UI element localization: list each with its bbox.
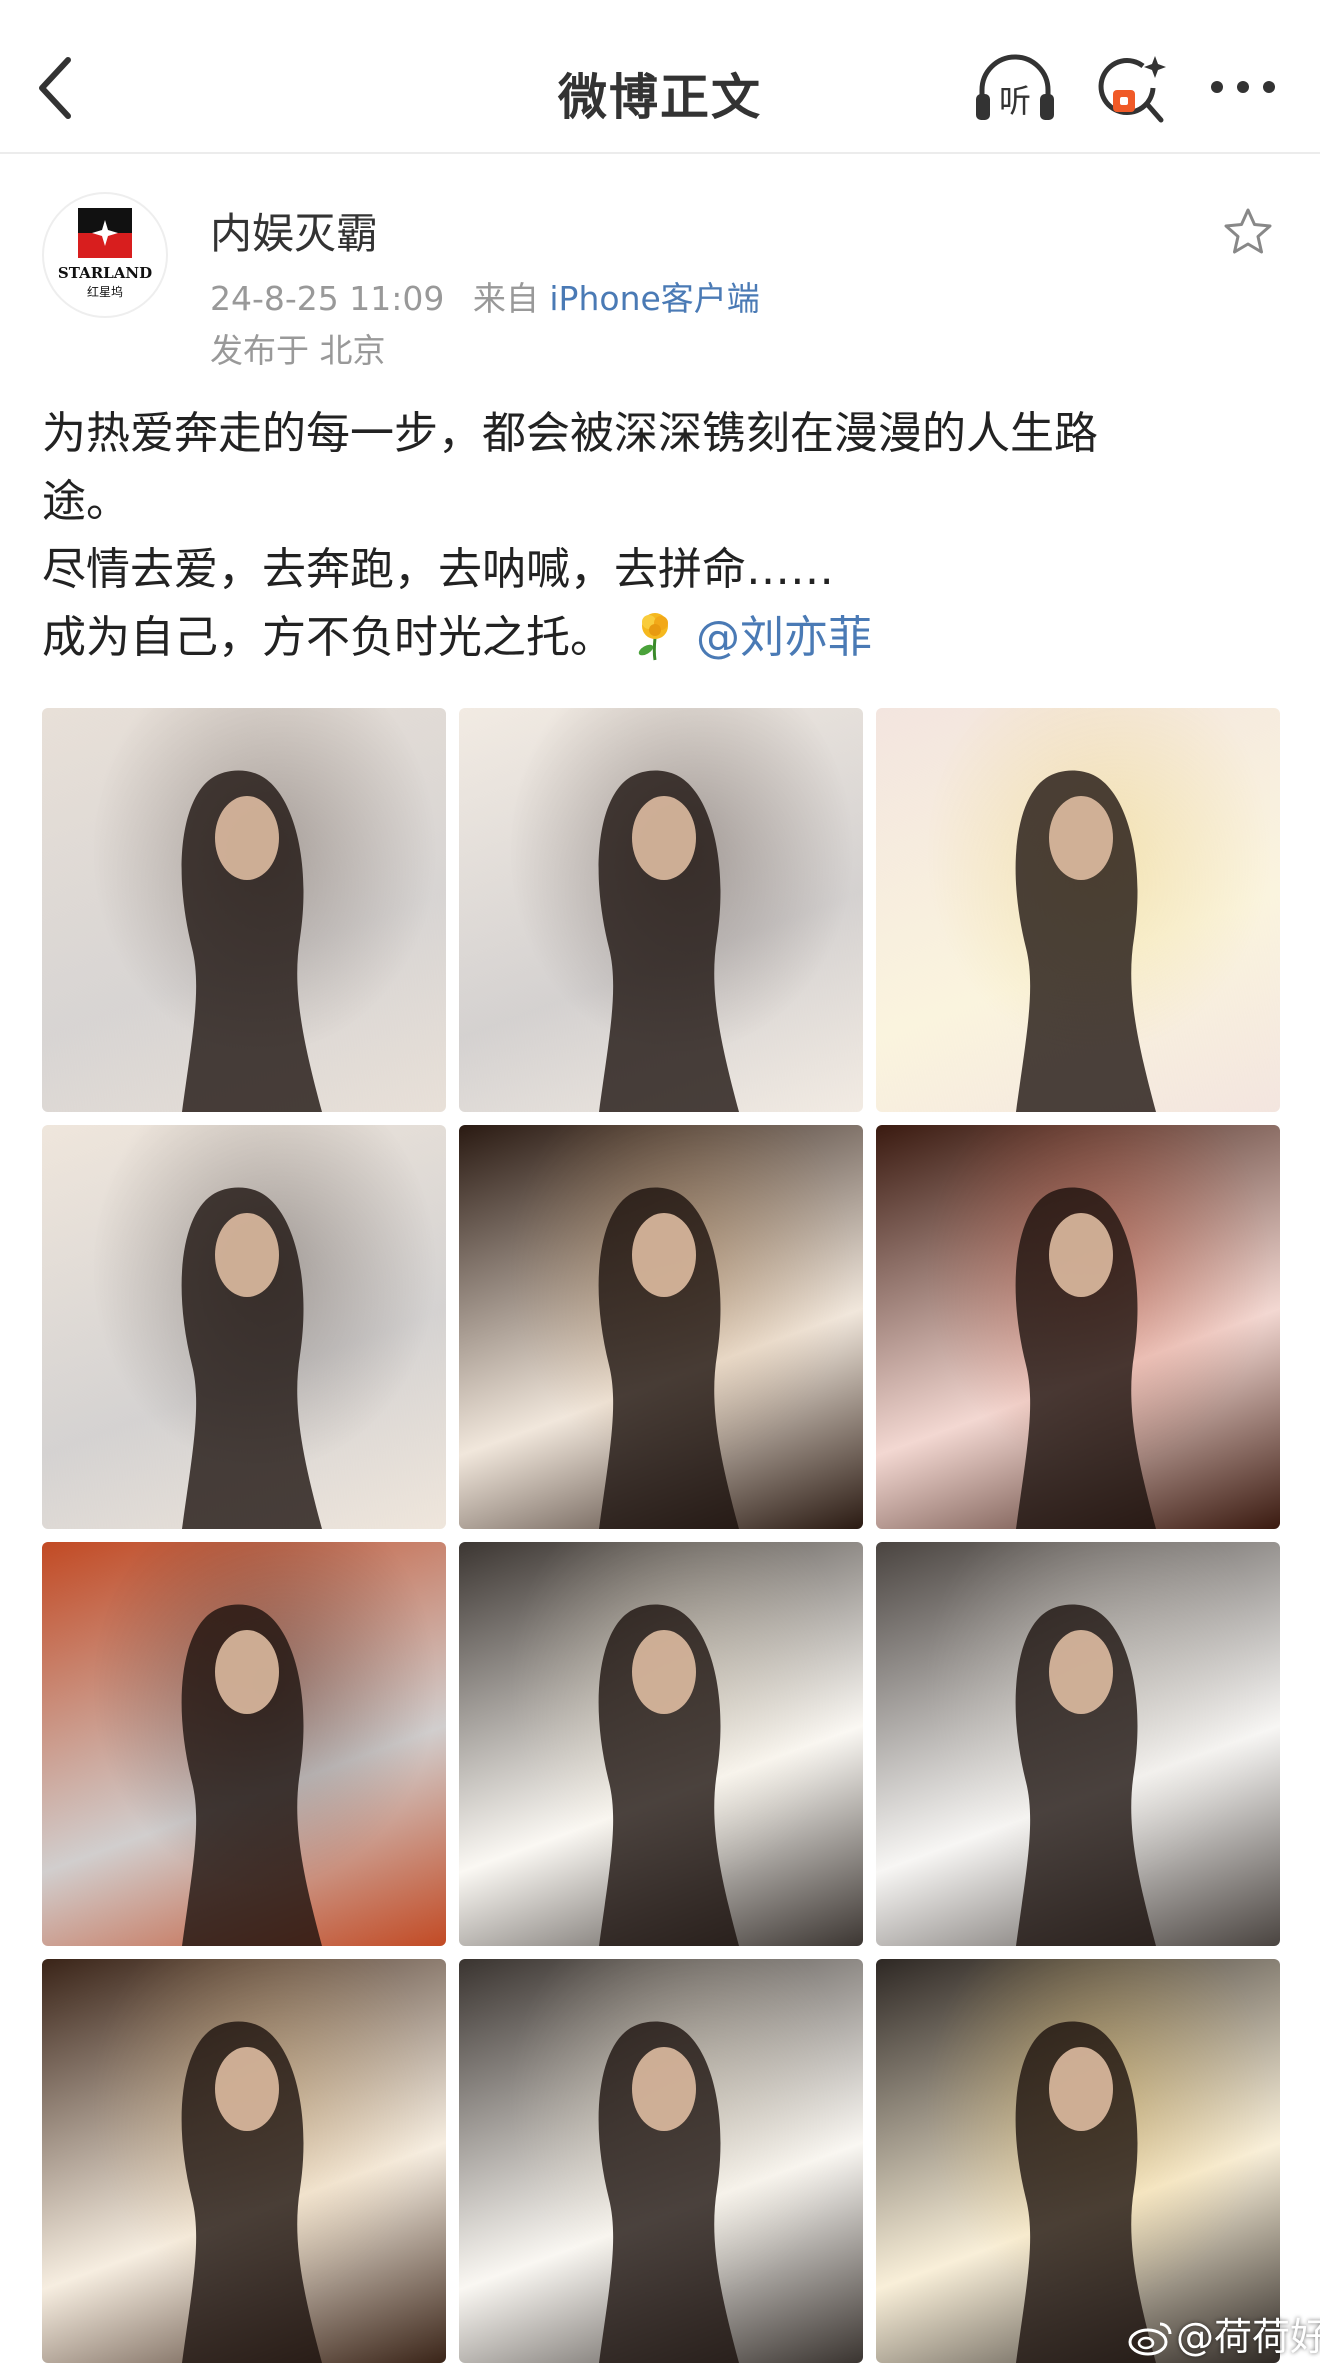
- more-options-button[interactable]: [1208, 62, 1278, 112]
- weibo-logo-icon: [1128, 2322, 1172, 2356]
- author-avatar[interactable]: STARLAND 红星坞: [42, 192, 168, 318]
- photo-grid: [42, 708, 1280, 2363]
- post-text-line: 途。: [42, 476, 130, 527]
- svg-text:红星坞: 红星坞: [87, 284, 123, 299]
- watermark-text: @荷荷好: [1176, 2315, 1320, 2359]
- photo-figure: [1015, 1604, 1156, 1946]
- mention-link[interactable]: @刘亦菲: [696, 612, 872, 663]
- photo-drums-2[interactable]: [876, 1542, 1280, 1946]
- photo-figure: [1015, 1187, 1156, 1529]
- source-prefix: 来自: [472, 279, 539, 318]
- post-text-line-last: 成为自己，方不负时光之托。 @刘亦菲: [42, 604, 1272, 672]
- starland-logo: STARLAND 红星坞: [58, 208, 152, 299]
- listen-button[interactable]: 听: [972, 50, 1058, 126]
- author-name[interactable]: 内娱灭霸: [210, 200, 378, 261]
- rose-emoji-icon: [638, 613, 668, 661]
- post-time: 24-8-25 11:09: [210, 279, 445, 318]
- photo-yellow-rose-mouth[interactable]: [459, 708, 863, 1112]
- photo-figure: [1015, 2021, 1156, 2363]
- photo-closeup-profile[interactable]: [876, 708, 1280, 1112]
- photo-red-jacket-sunglasses[interactable]: [42, 1542, 446, 1946]
- favorite-button[interactable]: [1222, 206, 1274, 258]
- post-text-line: 为热爱奔走的每一步，都会被深深镌刻在漫漫的人生路: [42, 408, 1098, 459]
- photo-reading-bed[interactable]: [42, 1125, 446, 1529]
- photo-dark-portrait[interactable]: [459, 1125, 863, 1529]
- watermark: @荷荷好: [1128, 2306, 1320, 2361]
- star-icon: [1224, 208, 1272, 254]
- photo-figure: [598, 1604, 739, 1946]
- photo-drums-gold[interactable]: [876, 1959, 1280, 2363]
- post-location: 发布于 北京: [210, 331, 386, 370]
- post-text-segment: 成为自己，方不负时光之托。: [42, 612, 614, 663]
- post-text-line: 尽情去爱，去奔跑，去呐喊，去拼命……: [42, 544, 834, 595]
- photo-figure: [1015, 770, 1156, 1112]
- top-nav-bar: 微博正文 听: [0, 0, 1320, 154]
- photo-figure: [598, 770, 739, 1112]
- photo-theater[interactable]: [42, 1959, 446, 2363]
- photo-figure: [181, 2021, 322, 2363]
- photo-figure: [598, 1187, 739, 1529]
- svg-text:STARLAND: STARLAND: [58, 264, 152, 282]
- more-dots-icon: [1211, 81, 1275, 93]
- photo-figure: [181, 1604, 322, 1946]
- svg-text:听: 听: [999, 82, 1031, 120]
- ai-sparkle-icon: [1098, 56, 1166, 123]
- post-body: 为热爱奔走的每一步，都会被深深镌刻在漫漫的人生路 途。 尽情去爱，去奔跑，去呐喊…: [42, 400, 1272, 672]
- post-meta: 24-8-25 11:09 来自 iPhone客户端: [210, 272, 760, 320]
- photo-drums-1[interactable]: [459, 1542, 863, 1946]
- photo-figure: [181, 770, 322, 1112]
- photo-figure: [181, 1187, 322, 1529]
- photo-sunset-motorbike[interactable]: [876, 1125, 1280, 1529]
- photo-figure: [598, 2021, 739, 2363]
- post-source-link[interactable]: iPhone客户端: [549, 279, 759, 318]
- photo-bed-rose[interactable]: [42, 708, 446, 1112]
- headphones-icon: 听: [976, 54, 1054, 120]
- ai-search-button[interactable]: [1095, 50, 1171, 126]
- photo-drums-3[interactable]: [459, 1959, 863, 2363]
